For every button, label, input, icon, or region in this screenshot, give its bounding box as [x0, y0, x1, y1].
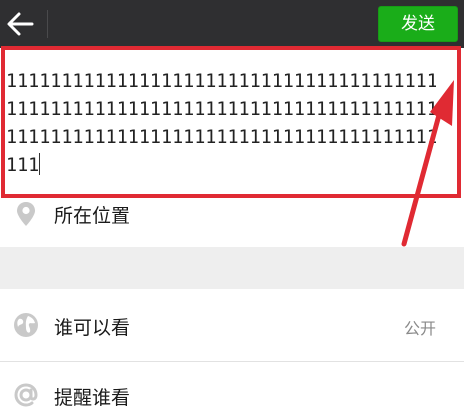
at-sign-icon: [14, 383, 38, 407]
arrow-left-icon: [7, 12, 34, 36]
mention-row[interactable]: 提醒谁看: [0, 362, 464, 414]
annotation-highlight-box: [1, 46, 461, 198]
header-divider: [47, 10, 48, 38]
mention-label: 提醒谁看: [54, 387, 131, 409]
visibility-value: 公开: [403, 319, 436, 338]
send-button[interactable]: 发送: [378, 6, 458, 42]
location-row[interactable]: 所在位置: [0, 200, 464, 247]
globe-icon: [14, 313, 38, 337]
visibility-label: 谁可以看: [54, 317, 131, 339]
back-button[interactable]: [2, 4, 42, 44]
section-gap: [0, 247, 464, 289]
top-bar: 发送: [0, 0, 464, 48]
visibility-row[interactable]: 谁可以看 公开: [0, 289, 464, 361]
location-pin-icon: [17, 202, 35, 226]
location-label: 所在位置: [54, 205, 131, 227]
